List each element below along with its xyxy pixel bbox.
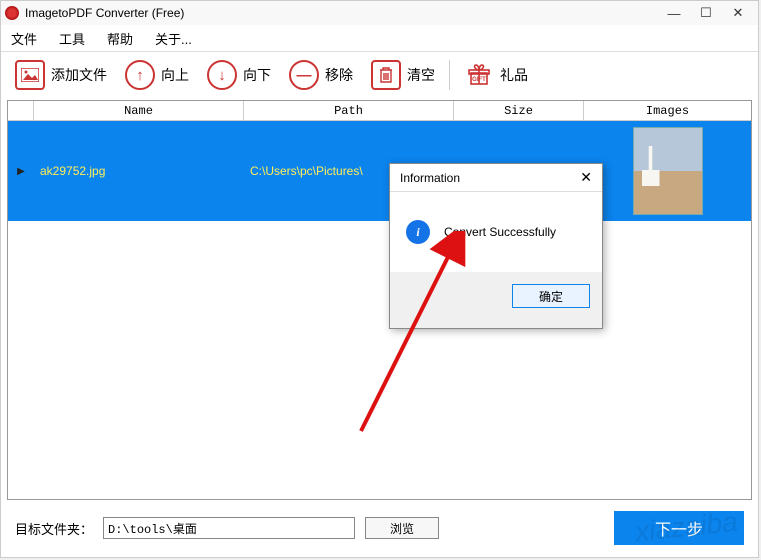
menu-file[interactable]: 文件 [7, 27, 41, 50]
arrow-up-icon: ↑ [125, 60, 155, 90]
col-path-header[interactable]: Path [244, 101, 454, 121]
row-marker: ▶ [8, 166, 34, 177]
col-marker[interactable] [8, 101, 34, 121]
gift-label: 礼品 [500, 65, 528, 85]
row-name: ak29752.jpg [34, 164, 244, 178]
move-down-button[interactable]: ↓ 向下 [203, 56, 275, 94]
titlebar: ImagetoPDF Converter (Free) — ☐ ✕ [1, 1, 758, 25]
toolbar: 添加文件 ↑ 向上 ↓ 向下 — 移除 清空 GIFT 礼品 [1, 52, 758, 98]
add-file-button[interactable]: 添加文件 [11, 56, 111, 94]
dialog-close-button[interactable]: ✕ [580, 169, 592, 186]
dialog-message: Convert Successfully [444, 225, 556, 239]
maximize-button[interactable]: ☐ [690, 1, 722, 25]
col-name-header[interactable]: Name [34, 101, 244, 121]
row-thumb [584, 127, 751, 215]
menu-tools[interactable]: 工具 [55, 27, 89, 50]
toolbar-divider [449, 60, 450, 90]
dialog-body: i Convert Successfully [390, 192, 602, 272]
dialog-ok-button[interactable]: 确定 [512, 284, 590, 308]
file-list: Name Path Size Images ▶ ak29752.jpg C:\U… [7, 100, 752, 500]
col-images-header[interactable]: Images [584, 101, 751, 121]
info-icon: i [406, 220, 430, 244]
app-window: ImagetoPDF Converter (Free) — ☐ ✕ 文件 工具 … [0, 0, 759, 558]
dialog-footer: 确定 [390, 272, 602, 320]
move-down-label: 向下 [243, 65, 271, 85]
add-file-label: 添加文件 [51, 65, 107, 85]
remove-label: 移除 [325, 65, 353, 85]
menu-help[interactable]: 帮助 [103, 27, 137, 50]
menubar: 文件 工具 帮助 关于... [1, 25, 758, 51]
thumbnail-image [633, 127, 703, 215]
target-folder-label: 目标文件夹： [15, 519, 93, 538]
picture-icon [15, 60, 45, 90]
move-up-label: 向上 [161, 65, 189, 85]
menu-about[interactable]: 关于... [151, 27, 196, 50]
col-size-header[interactable]: Size [454, 101, 584, 121]
clear-label: 清空 [407, 65, 435, 85]
footer: 目标文件夹： 浏览 下一步 [1, 509, 758, 547]
svg-text:GIFT: GIFT [472, 77, 486, 83]
window-controls: — ☐ ✕ [658, 1, 754, 25]
app-icon [5, 6, 19, 20]
table-row[interactable]: ▶ ak29752.jpg C:\Users\pc\Pictures\ [8, 121, 751, 221]
gift-icon: GIFT [464, 60, 494, 90]
target-folder-input[interactable] [103, 517, 355, 539]
info-dialog: Information ✕ i Convert Successfully 确定 [389, 163, 603, 329]
list-header: Name Path Size Images [8, 101, 751, 121]
browse-button[interactable]: 浏览 [365, 517, 439, 539]
dialog-titlebar: Information ✕ [390, 164, 602, 192]
next-button[interactable]: 下一步 [614, 511, 744, 545]
trash-icon [371, 60, 401, 90]
window-title: ImagetoPDF Converter (Free) [25, 6, 658, 20]
minimize-button[interactable]: — [658, 1, 690, 25]
arrow-down-icon: ↓ [207, 60, 237, 90]
close-button[interactable]: ✕ [722, 1, 754, 25]
minus-icon: — [289, 60, 319, 90]
gift-button[interactable]: GIFT 礼品 [460, 56, 532, 94]
dialog-title: Information [400, 171, 460, 185]
move-up-button[interactable]: ↑ 向上 [121, 56, 193, 94]
clear-button[interactable]: 清空 [367, 56, 439, 94]
remove-button[interactable]: — 移除 [285, 56, 357, 94]
